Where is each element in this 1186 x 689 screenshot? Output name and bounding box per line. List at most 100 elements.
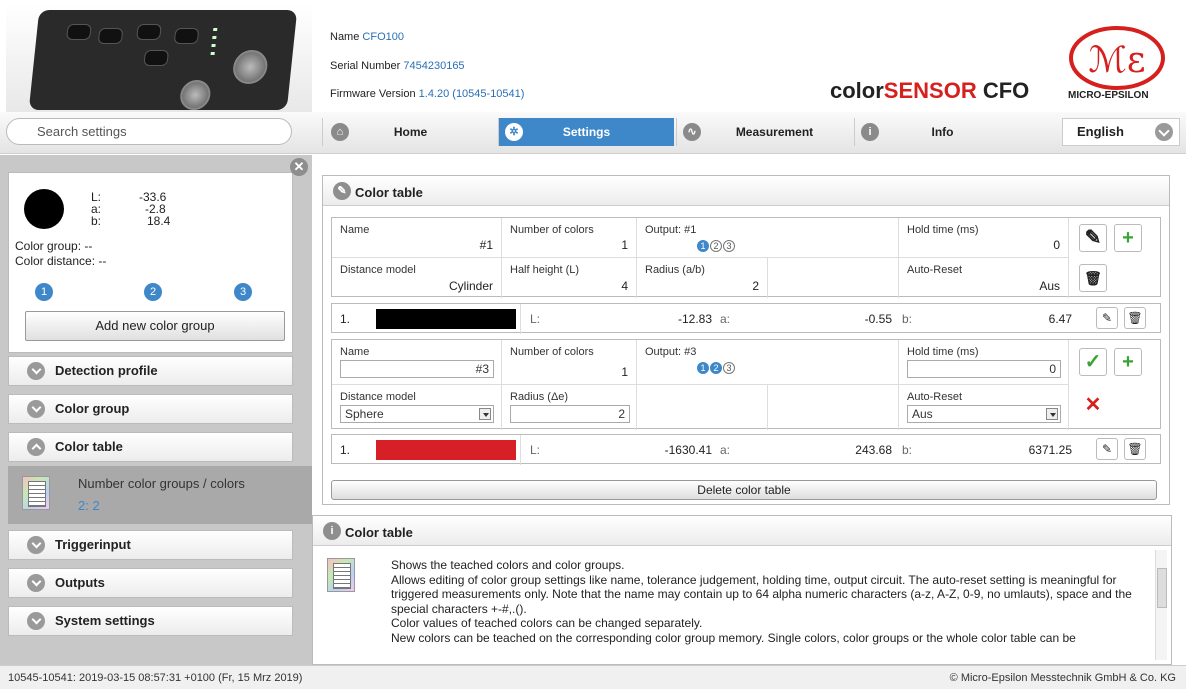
edit-color-button[interactable]: ✎ — [1096, 307, 1118, 329]
output-1-dot[interactable]: 1 — [697, 240, 709, 252]
auto-reset-cell: Auto-Reset Aus — [899, 258, 1069, 298]
add-color-group-button[interactable]: Add new color group — [25, 311, 285, 341]
b-label: b: — [902, 312, 913, 326]
tab-home[interactable]: ⌂ Home — [322, 118, 498, 146]
b-label: b: — [902, 443, 913, 457]
save-group-button[interactable]: ✓ — [1079, 348, 1107, 376]
color-swatch — [376, 440, 516, 460]
search-input[interactable]: Search settings — [6, 118, 292, 145]
color-index: 1. — [340, 443, 351, 457]
chevron-down-icon — [27, 362, 45, 380]
main-content: ✎ Color table Name #1 Number of colors 1 Ou… — [312, 155, 1186, 665]
color-swatch — [376, 309, 516, 329]
output-cell: Output: #1 123 — [637, 218, 899, 258]
info-panel-header: i Color table — [313, 516, 1171, 546]
b-label: b: — [91, 214, 102, 228]
dropdown-arrow-icon — [1046, 408, 1058, 420]
distance-model-cell: Distance model Cylinder — [332, 258, 502, 298]
edit-color-button[interactable]: ✎ — [1096, 438, 1118, 460]
number-of-colors-cell: Number of colors 1 — [502, 340, 637, 385]
cancel-button[interactable]: ✕ — [1079, 392, 1107, 420]
l-label: L: — [530, 312, 541, 326]
color-group-1: Name #1 Number of colors 1 Output: #1 123 … — [331, 217, 1161, 298]
home-icon: ⌂ — [331, 123, 349, 141]
radius-field[interactable]: 2 — [510, 405, 630, 423]
table-icon — [22, 476, 50, 510]
hold-time-cell: Hold time (ms) 0 — [899, 218, 1069, 258]
l-label: L: — [530, 443, 541, 457]
logo-text: MICRO-EPSILON — [1068, 90, 1149, 101]
delete-color-button[interactable]: 🗑 — [1124, 307, 1146, 329]
auto-reset-select[interactable]: Aus — [907, 405, 1061, 423]
color-row-group-2: 1. L: -1630.41 a: 243.68 b: 6371.25 ✎ 🗑 — [331, 434, 1161, 465]
output-1-dot[interactable]: 1 — [697, 362, 709, 374]
info-icon: i — [323, 522, 341, 540]
tab-settings[interactable]: ✲ Settings — [498, 118, 674, 146]
add-color-button[interactable]: + — [1114, 224, 1142, 252]
tab-measurement[interactable]: ∿ Measurement — [676, 118, 852, 146]
close-icon[interactable]: ✕ — [290, 158, 308, 176]
add-color-button[interactable]: + — [1114, 348, 1142, 376]
color-group-status: Color group: -- — [15, 239, 93, 253]
wave-icon: ∿ — [683, 123, 701, 141]
distance-model-select[interactable]: Sphere — [340, 405, 494, 423]
panel-header: ✎ Color table — [323, 176, 1169, 206]
delete-group-button[interactable]: 🗑 — [1079, 264, 1107, 292]
color-distance-status: Color distance: -- — [15, 254, 107, 268]
name-field[interactable]: #3 — [340, 360, 494, 378]
a-value: 243.68 — [855, 443, 892, 457]
hold-time-field[interactable]: 0 — [907, 360, 1061, 378]
delete-color-button[interactable]: 🗑 — [1124, 438, 1146, 460]
output-cell: Output: #3 123 — [637, 340, 899, 385]
section-color-table[interactable]: Color table — [8, 432, 293, 462]
l-value: -1630.41 — [664, 443, 712, 457]
empty-cell — [637, 385, 768, 430]
delete-color-table-button[interactable]: Delete color table — [331, 480, 1157, 500]
sidebar-item-color-table[interactable]: Number color groups / colors 2: 2 — [8, 466, 312, 524]
current-color-panel: L: -33.6 a: -2.8 b: 18.4 Color group: --… — [8, 172, 293, 353]
group-2-indicator[interactable]: 2 — [144, 283, 162, 301]
tab-info[interactable]: i Info — [854, 118, 1030, 146]
navigation-bar: Search settings ⌂ Home ✲ Settings ∿ Measure… — [0, 112, 1186, 154]
color-index: 1. — [340, 312, 351, 326]
radius-cell: Radius (a/b) 2 — [637, 258, 768, 298]
hold-time-cell: Hold time (ms) 0 — [899, 340, 1069, 385]
current-color-swatch — [24, 189, 64, 229]
a-label: a: — [720, 312, 731, 326]
color-group-2: Name #3 Number of colors 1 Output: #3 123… — [331, 339, 1161, 430]
header: Name CFO100 Serial Number 7454230165 Fir… — [0, 0, 1186, 112]
l-value: -12.83 — [677, 312, 712, 326]
pencil-icon: ✎ — [333, 182, 351, 200]
firmware-version: Firmware Version 1.4.20 (10545-10541) — [330, 88, 525, 100]
b-value: 6.47 — [1048, 312, 1072, 326]
output-2-dot[interactable]: 2 — [710, 362, 722, 374]
edit-group-button[interactable]: ✎ — [1079, 224, 1107, 252]
language-select[interactable]: English — [1062, 118, 1180, 146]
group-1-indicator[interactable]: 1 — [35, 283, 53, 301]
section-detection-profile[interactable]: Detection profile — [8, 356, 293, 386]
chevron-down-icon — [27, 612, 45, 630]
output-3-dot[interactable]: 3 — [723, 362, 735, 374]
info-scrollbar[interactable] — [1155, 550, 1167, 660]
section-system-settings[interactable]: System settings — [8, 606, 293, 636]
sidebar: L: -33.6 a: -2.8 b: 18.4 Color group: --… — [0, 155, 312, 665]
table-icon — [327, 558, 355, 592]
chevron-down-icon — [27, 574, 45, 592]
group-3-indicator[interactable]: 3 — [234, 283, 252, 301]
info-icon: i — [861, 123, 879, 141]
output-2-dot[interactable]: 2 — [710, 240, 722, 252]
copyright: © Micro-Epsilon Messtechnik GmbH & Co. K… — [949, 672, 1176, 684]
a-value: -0.55 — [864, 312, 892, 326]
section-triggerinput[interactable]: Triggerinput — [8, 530, 293, 560]
number-of-colors-cell: Number of colors 1 — [502, 218, 637, 258]
b-value: 18.4 — [147, 214, 171, 228]
empty-cell — [768, 258, 899, 298]
output-3-dot[interactable]: 3 — [723, 240, 735, 252]
color-row-group-1: 1. L: -12.83 a: -0.55 b: 6.47 ✎ 🗑 — [331, 303, 1161, 334]
device-name: Name CFO100 — [330, 31, 404, 43]
sidebar-item-label: Number color groups / colors — [78, 476, 245, 491]
name-cell: Name #1 — [332, 218, 502, 258]
section-outputs[interactable]: Outputs — [8, 568, 293, 598]
section-color-group[interactable]: Color group — [8, 394, 293, 424]
distance-model-cell: Distance model Sphere — [332, 385, 502, 430]
